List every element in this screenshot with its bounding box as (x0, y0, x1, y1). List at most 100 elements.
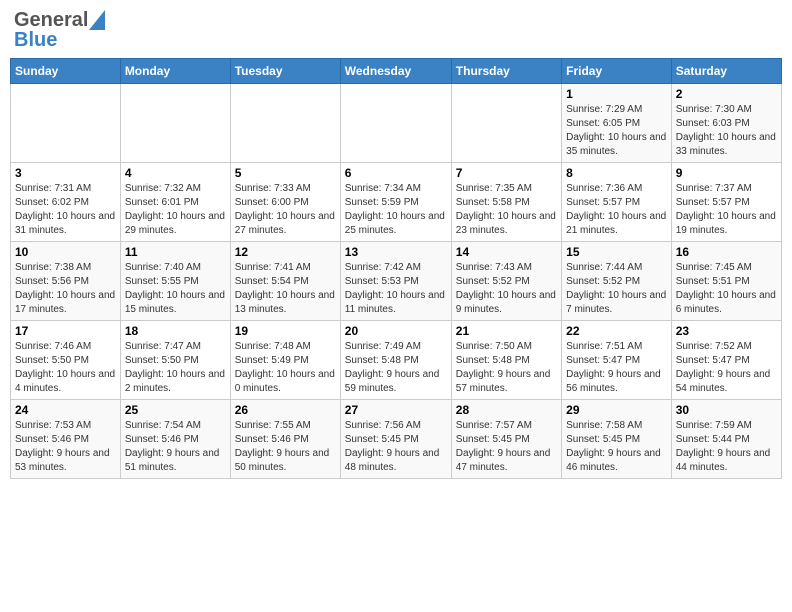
calendar-cell: 22 Sunrise: 7:51 AMSunset: 5:47 PMDayligh… (562, 321, 672, 400)
calendar-cell: 9 Sunrise: 7:37 AMSunset: 5:57 PMDaylight… (671, 163, 781, 242)
day-info: Sunrise: 7:57 AMSunset: 5:45 PMDaylight:… (456, 419, 557, 475)
calendar-cell: 5 Sunrise: 7:33 AMSunset: 6:00 PMDaylight… (230, 163, 340, 242)
day-number: 25 (125, 403, 226, 417)
day-info: Sunrise: 7:56 AMSunset: 5:45 PMDaylight:… (345, 419, 447, 475)
calendar-cell: 20Sunrise: 7:49 AMSunset: 5:48 PMDayligh… (340, 321, 451, 400)
calendar-week-3: 10Sunrise: 7:38 AMSunset: 5:56 PMDayligh… (11, 242, 782, 321)
day-info: Sunrise: 7:51 AMSunset: 5:47 PMDaylight:… (566, 340, 667, 396)
day-number: 8 (566, 166, 667, 180)
day-info: Sunrise: 7:36 AMSunset: 5:57 PMDaylight:… (566, 182, 667, 238)
day-number: 24 (15, 403, 116, 417)
calendar-cell: 14 Sunrise: 7:43 AMSunset: 5:52 PMDayligh… (451, 242, 561, 321)
day-number: 16 (676, 245, 777, 259)
calendar-cell (230, 84, 340, 163)
calendar-cell: 12 Sunrise: 7:41 AMSunset: 5:54 PMDayligh… (230, 242, 340, 321)
day-info: Sunrise: 7:30 AMSunset: 6:03 PMDaylight:… (676, 103, 777, 159)
day-info: Sunrise: 7:31 AMSunset: 6:02 PMDaylight:… (15, 182, 116, 238)
calendar-cell: 27 Sunrise: 7:56 AMSunset: 5:45 PMDayligh… (340, 400, 451, 479)
day-number: 19 (235, 324, 336, 338)
calendar-cell: 10Sunrise: 7:38 AMSunset: 5:56 PMDayligh… (11, 242, 121, 321)
calendar-cell: 26 Sunrise: 7:55 AMSunset: 5:46 PMDayligh… (230, 400, 340, 479)
day-info: Sunrise: 7:40 AMSunset: 5:55 PMDaylight:… (125, 261, 226, 317)
calendar-cell: 24 Sunrise: 7:53 AMSunset: 5:46 PMDayligh… (11, 400, 121, 479)
calendar-cell: 8 Sunrise: 7:36 AMSunset: 5:57 PMDaylight… (562, 163, 672, 242)
calendar-header-row: SundayMondayTuesdayWednesdayThursdayFrid… (11, 59, 782, 84)
day-info: Sunrise: 7:55 AMSunset: 5:46 PMDaylight:… (235, 419, 336, 475)
calendar-cell: 6 Sunrise: 7:34 AMSunset: 5:59 PMDaylight… (340, 163, 451, 242)
day-number: 15 (566, 245, 667, 259)
day-number: 9 (676, 166, 777, 180)
day-number: 3 (15, 166, 116, 180)
calendar-week-2: 3 Sunrise: 7:31 AMSunset: 6:02 PMDaylight… (11, 163, 782, 242)
day-number: 5 (235, 166, 336, 180)
day-info: Sunrise: 7:29 AMSunset: 6:05 PMDaylight:… (566, 103, 667, 159)
day-info: Sunrise: 7:37 AMSunset: 5:57 PMDaylight:… (676, 182, 777, 238)
calendar-week-5: 24 Sunrise: 7:53 AMSunset: 5:46 PMDayligh… (11, 400, 782, 479)
day-number: 12 (235, 245, 336, 259)
day-number: 11 (125, 245, 226, 259)
calendar-week-4: 17Sunrise: 7:46 AMSunset: 5:50 PMDayligh… (11, 321, 782, 400)
calendar-cell (340, 84, 451, 163)
day-info: Sunrise: 7:58 AMSunset: 5:45 PMDaylight:… (566, 419, 667, 475)
header-tuesday: Tuesday (230, 59, 340, 84)
day-number: 4 (125, 166, 226, 180)
day-number: 14 (456, 245, 557, 259)
logo-blue-text: Blue (14, 30, 57, 50)
day-number: 17 (15, 324, 116, 338)
header-saturday: Saturday (671, 59, 781, 84)
header-friday: Friday (562, 59, 672, 84)
calendar-cell: 1 Sunrise: 7:29 AMSunset: 6:05 PMDaylight… (562, 84, 672, 163)
day-info: Sunrise: 7:34 AMSunset: 5:59 PMDaylight:… (345, 182, 447, 238)
header-thursday: Thursday (451, 59, 561, 84)
day-info: Sunrise: 7:44 AMSunset: 5:52 PMDaylight:… (566, 261, 667, 317)
calendar-cell: 21 Sunrise: 7:50 AMSunset: 5:48 PMDayligh… (451, 321, 561, 400)
day-info: Sunrise: 7:38 AMSunset: 5:56 PMDaylight:… (15, 261, 116, 317)
day-number: 2 (676, 87, 777, 101)
day-number: 1 (566, 87, 667, 101)
calendar-cell: 17Sunrise: 7:46 AMSunset: 5:50 PMDayligh… (11, 321, 121, 400)
day-info: Sunrise: 7:35 AMSunset: 5:58 PMDaylight:… (456, 182, 557, 238)
calendar-cell: 13Sunrise: 7:42 AMSunset: 5:53 PMDayligh… (340, 242, 451, 321)
calendar-cell: 29Sunrise: 7:58 AMSunset: 5:45 PMDayligh… (562, 400, 672, 479)
header-sunday: Sunday (11, 59, 121, 84)
logo-general-text: General (14, 10, 88, 30)
day-number: 22 (566, 324, 667, 338)
day-number: 20 (345, 324, 447, 338)
day-number: 21 (456, 324, 557, 338)
calendar-cell: 11 Sunrise: 7:40 AMSunset: 5:55 PMDayligh… (120, 242, 230, 321)
calendar-cell: 30Sunrise: 7:59 AMSunset: 5:44 PMDayligh… (671, 400, 781, 479)
calendar-cell: 3 Sunrise: 7:31 AMSunset: 6:02 PMDaylight… (11, 163, 121, 242)
calendar-cell: 25 Sunrise: 7:54 AMSunset: 5:46 PMDayligh… (120, 400, 230, 479)
calendar-cell: 2 Sunrise: 7:30 AMSunset: 6:03 PMDaylight… (671, 84, 781, 163)
calendar-cell: 18Sunrise: 7:47 AMSunset: 5:50 PMDayligh… (120, 321, 230, 400)
day-number: 26 (235, 403, 336, 417)
header-monday: Monday (120, 59, 230, 84)
calendar-cell: 23 Sunrise: 7:52 AMSunset: 5:47 PMDayligh… (671, 321, 781, 400)
day-number: 27 (345, 403, 447, 417)
day-number: 23 (676, 324, 777, 338)
page-header: General Blue (10, 10, 782, 50)
calendar-cell: 15 Sunrise: 7:44 AMSunset: 5:52 PMDayligh… (562, 242, 672, 321)
day-info: Sunrise: 7:41 AMSunset: 5:54 PMDaylight:… (235, 261, 336, 317)
day-number: 28 (456, 403, 557, 417)
day-number: 7 (456, 166, 557, 180)
header-wednesday: Wednesday (340, 59, 451, 84)
calendar-cell (451, 84, 561, 163)
day-info: Sunrise: 7:32 AMSunset: 6:01 PMDaylight:… (125, 182, 226, 238)
logo-triangle-icon (89, 10, 105, 30)
day-number: 13 (345, 245, 447, 259)
day-info: Sunrise: 7:52 AMSunset: 5:47 PMDaylight:… (676, 340, 777, 396)
day-info: Sunrise: 7:54 AMSunset: 5:46 PMDaylight:… (125, 419, 226, 475)
calendar-cell (120, 84, 230, 163)
day-info: Sunrise: 7:50 AMSunset: 5:48 PMDaylight:… (456, 340, 557, 396)
calendar-table: SundayMondayTuesdayWednesdayThursdayFrid… (10, 58, 782, 479)
logo: General Blue (14, 10, 106, 50)
day-info: Sunrise: 7:43 AMSunset: 5:52 PMDaylight:… (456, 261, 557, 317)
day-number: 30 (676, 403, 777, 417)
calendar-cell: 16Sunrise: 7:45 AMSunset: 5:51 PMDayligh… (671, 242, 781, 321)
day-info: Sunrise: 7:33 AMSunset: 6:00 PMDaylight:… (235, 182, 336, 238)
calendar-cell: 7 Sunrise: 7:35 AMSunset: 5:58 PMDaylight… (451, 163, 561, 242)
day-info: Sunrise: 7:53 AMSunset: 5:46 PMDaylight:… (15, 419, 116, 475)
calendar-cell: 19Sunrise: 7:48 AMSunset: 5:49 PMDayligh… (230, 321, 340, 400)
day-number: 6 (345, 166, 447, 180)
